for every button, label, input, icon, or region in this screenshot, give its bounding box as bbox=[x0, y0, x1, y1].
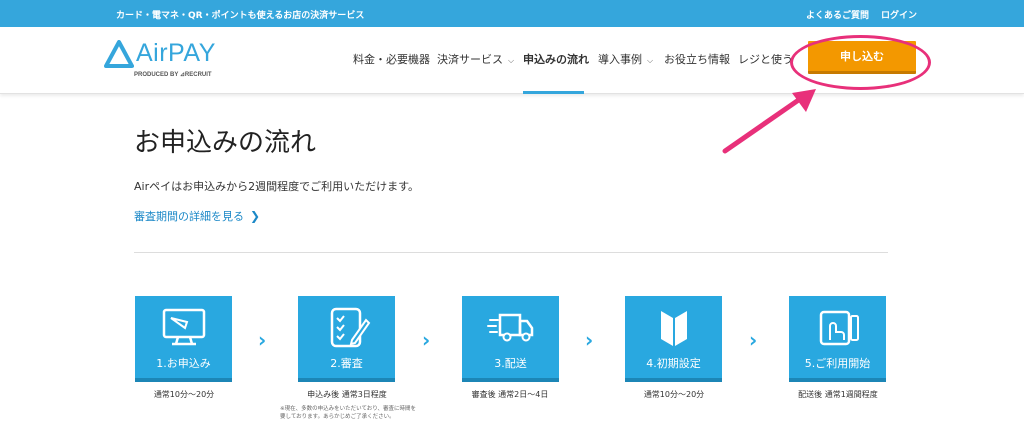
chevron-down-icon: ⌵ bbox=[508, 56, 515, 65]
step-label: 3.配送 bbox=[494, 357, 527, 370]
faq-link[interactable]: よくあるご質問 bbox=[806, 8, 869, 21]
logo-text: AirPAY bbox=[136, 39, 216, 67]
step-note: 通常10分〜20分 bbox=[153, 390, 215, 399]
step-note: 審査後 通常2日〜4日 bbox=[471, 390, 549, 399]
logo-triangle-icon bbox=[104, 40, 134, 68]
step-note: 通常10分〜20分 bbox=[643, 390, 705, 399]
step-label: 4.初期設定 bbox=[646, 357, 701, 370]
nav-pricing[interactable]: 料金・必要機器 bbox=[353, 51, 430, 67]
step-review: 2.審査 bbox=[298, 296, 395, 382]
step-note: 申込み後 通常3日程度 bbox=[307, 390, 387, 399]
lead-text: Airペイはお申込みから2週間程度でご利用いただけます。 bbox=[134, 180, 420, 193]
page-title: お申込みの流れ bbox=[134, 128, 317, 158]
chevron-right-icon: › bbox=[749, 328, 758, 352]
nav-payment-services[interactable]: 決済サービス ⌵ bbox=[437, 51, 514, 67]
highlight-ring bbox=[790, 35, 931, 90]
step-label: 5.ご利用開始 bbox=[804, 357, 871, 370]
chevron-right-icon: › bbox=[585, 328, 594, 352]
beginner-mark-icon bbox=[661, 311, 687, 346]
step-start-using: 5.ご利用開始 bbox=[789, 296, 886, 382]
login-link[interactable]: ログイン bbox=[881, 8, 917, 21]
chevron-right-icon: › bbox=[258, 328, 267, 352]
truck-icon bbox=[487, 313, 534, 342]
nav-use-with-register[interactable]: レジと使う bbox=[738, 51, 793, 67]
airpay-logo[interactable]: AirPAY PRODUCED BY ⊿RECRUIT bbox=[104, 39, 234, 81]
tagline: カード・電マネ・QR・ポイントも使えるお店の決済サービス bbox=[116, 11, 365, 21]
step-apply: 1.お申込み bbox=[135, 296, 232, 382]
top-bar: カード・電マネ・QR・ポイントも使えるお店の決済サービス よくあるご質問 ログイ… bbox=[0, 0, 1024, 27]
step-initial-setup: 4.初期設定 bbox=[625, 296, 722, 382]
step-label: 1.お申込み bbox=[156, 357, 211, 370]
chevron-right-icon: ❯ bbox=[250, 209, 261, 223]
nav-application-flow[interactable]: 申込みの流れ bbox=[523, 51, 589, 67]
step-delivery: 3.配送 bbox=[462, 296, 559, 382]
pointer-arrow-icon bbox=[722, 89, 816, 154]
footnote: ※現在、多数の申込みをいただいており、審査に時間を 要しております。あらかじめご… bbox=[280, 406, 417, 420]
card-reader-icon bbox=[819, 310, 859, 346]
review-period-link[interactable]: 審査期間の詳細を見る ❯ bbox=[134, 208, 260, 224]
nav-case-studies[interactable]: 導入事例 ⌵ bbox=[598, 51, 653, 67]
checklist-icon bbox=[330, 307, 371, 348]
chevron-down-icon: ⌵ bbox=[647, 56, 654, 65]
step-note: 配送後 通常1週間程度 bbox=[798, 390, 878, 399]
divider bbox=[134, 252, 888, 253]
monitor-icon bbox=[162, 308, 206, 346]
nav-useful-info[interactable]: お役立ち情報 bbox=[664, 51, 730, 67]
step-label: 2.審査 bbox=[330, 357, 363, 370]
logo-subtext: PRODUCED BY ⊿RECRUIT bbox=[134, 72, 212, 78]
chevron-right-icon: › bbox=[422, 328, 431, 352]
active-nav-underline bbox=[523, 91, 584, 94]
